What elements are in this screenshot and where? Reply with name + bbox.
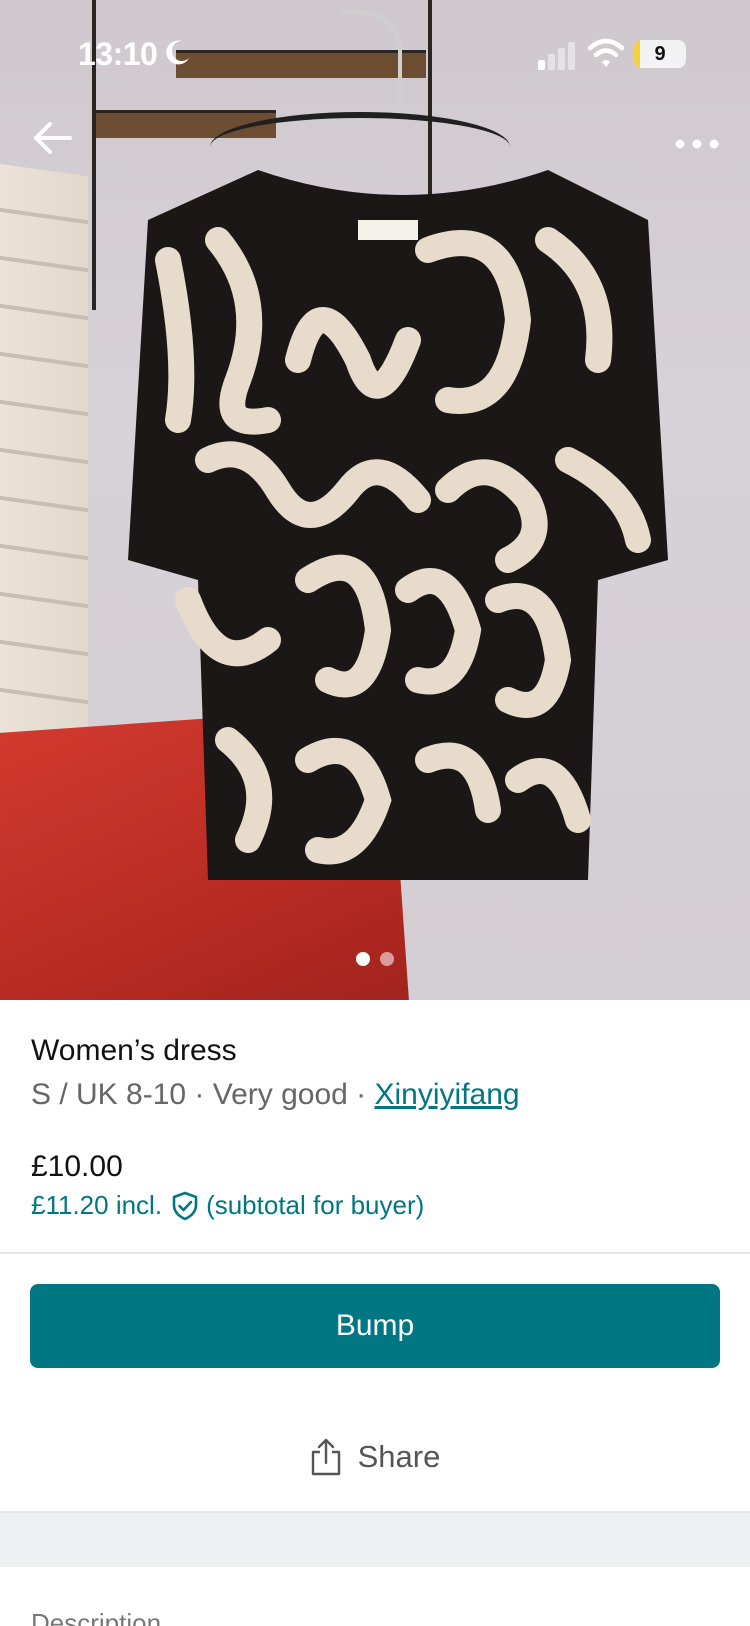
share-button[interactable]: Share — [0, 1420, 750, 1494]
section-separator — [0, 1513, 750, 1567]
status-bar: 13:10 9 — [0, 0, 750, 110]
description-heading: Description — [31, 1608, 162, 1626]
battery-level: 9 — [654, 43, 666, 65]
size-condition: S / UK 8-10 · Very good · — [31, 1078, 375, 1111]
back-button[interactable] — [30, 116, 74, 160]
item-photo[interactable]: 13:10 9 — [0, 0, 750, 1000]
wifi-icon — [588, 38, 624, 67]
brand-link[interactable]: Xinyiyifang — [375, 1078, 520, 1111]
divider — [0, 1252, 750, 1254]
more-options-button[interactable] — [672, 124, 722, 164]
share-label: Share — [357, 1439, 441, 1474]
battery-icon: 9 — [634, 40, 686, 68]
more-horizontal-icon — [675, 139, 719, 149]
moon-icon — [166, 40, 189, 65]
pager-dot-1[interactable] — [355, 952, 370, 966]
item-meta: S / UK 8-10 · Very good · Xinyiyifang — [31, 1078, 520, 1112]
bump-button[interactable]: Bump — [30, 1284, 720, 1368]
price-incl-protection[interactable]: £11.20 incl. (subtotal for buyer) — [31, 1190, 424, 1221]
item-title: Women’s dress — [31, 1034, 237, 1067]
shield-check-icon — [172, 1191, 198, 1220]
price-incl: £11.20 incl. — [31, 1190, 163, 1220]
arrow-left-icon — [34, 122, 72, 154]
signal-icon — [538, 42, 575, 70]
background-brick-wall — [0, 163, 88, 757]
share-icon — [311, 1438, 340, 1476]
photo-pager — [0, 952, 750, 972]
item-price: £10.00 — [31, 1150, 123, 1183]
status-time: 13:10 — [78, 36, 158, 72]
price-note: (subtotal for buyer) — [206, 1190, 425, 1220]
pager-dot-2[interactable] — [380, 952, 395, 966]
dress-image — [128, 160, 678, 900]
